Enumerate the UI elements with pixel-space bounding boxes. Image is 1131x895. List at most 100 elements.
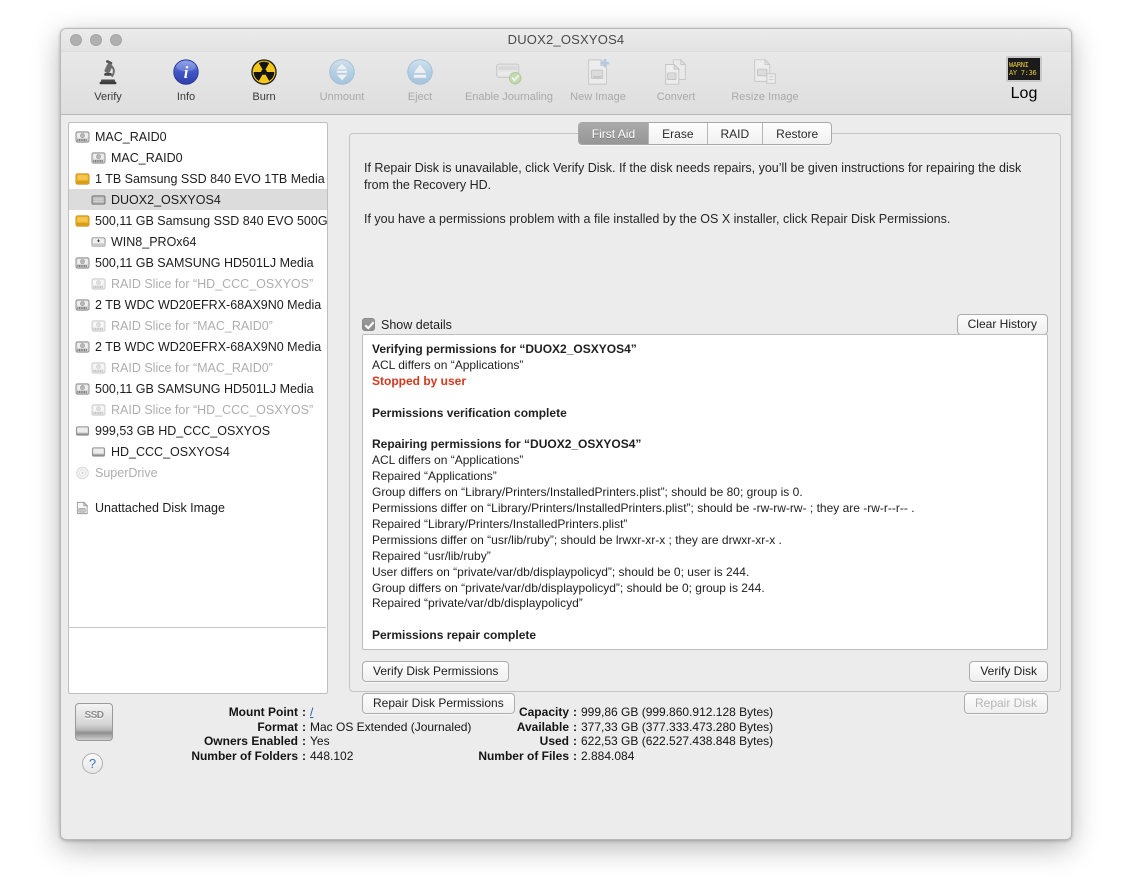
verify-disk-permissions-button[interactable]: Verify Disk Permissions bbox=[362, 661, 510, 682]
log-line-8: Repaired “Applications” bbox=[372, 469, 497, 484]
help-paragraph-2: If you have a permissions problem with a… bbox=[364, 212, 951, 226]
hard-disk-icon bbox=[91, 151, 106, 165]
window-titlebar[interactable]: DUOX2_OSXYOS4 bbox=[61, 29, 1071, 52]
resize-image-icon bbox=[749, 56, 781, 88]
log-output-area[interactable]: Verifying permissions for “DUOX2_OSXYOS4… bbox=[362, 334, 1048, 650]
optical-drive-icon bbox=[75, 466, 90, 480]
log-line-16: Repaired “private/var/db/displaypolicyd” bbox=[372, 596, 583, 611]
help-button[interactable]: ? bbox=[82, 753, 103, 774]
info-value: 377,33 GB (377.333.473.280 Bytes) bbox=[581, 719, 774, 734]
toolbar-button-info[interactable]: i Info bbox=[147, 52, 225, 103]
tab-raid[interactable]: RAID bbox=[707, 123, 764, 144]
checkbox-box[interactable] bbox=[362, 318, 375, 331]
tab-restore[interactable]: Restore bbox=[763, 123, 832, 144]
device-label: RAID Slice for “HD_CCC_OSXYOS” bbox=[111, 402, 314, 417]
device-label: SuperDrive bbox=[95, 465, 158, 480]
info-icon: i bbox=[170, 56, 202, 88]
clear-history-button[interactable]: Clear History bbox=[956, 314, 1048, 335]
device-row-6[interactable]: 500,11 GB SAMSUNG HD501LJ Media bbox=[69, 252, 327, 273]
toolbar-button-enable-journaling: Enable Journaling bbox=[459, 52, 559, 103]
tab-bar: First Aid Erase RAID Restore bbox=[349, 122, 1061, 145]
toolbar-button-verify[interactable]: Verify bbox=[69, 52, 147, 103]
ssd-disk-icon bbox=[75, 172, 90, 186]
info-label: Available bbox=[516, 719, 569, 734]
device-label: DUOX2_OSXYOS4 bbox=[111, 192, 221, 207]
device-row-8[interactable]: 2 TB WDC WD20EFRX-68AX9N0 Media bbox=[69, 294, 327, 315]
info-column-right: Capacity:999,86 GB (999.860.912.128 Byte… bbox=[436, 705, 796, 764]
info-value: 622,53 GB (622.527.438.848 Bytes) bbox=[581, 734, 774, 749]
disk-info-footer: SSD ? Mount Point: / Format: Mac OS Extende… bbox=[61, 701, 1071, 839]
device-row-7[interactable]: RAID Slice for “HD_CCC_OSXYOS” bbox=[69, 273, 327, 294]
log-icon: WARNI AY 7:36 bbox=[1006, 56, 1042, 82]
device-row-12[interactable]: 500,11 GB SAMSUNG HD501LJ Media bbox=[69, 378, 327, 399]
toolbar-label-enable-journaling: Enable Journaling bbox=[464, 91, 554, 103]
log-line-15: Group differs on “private/var/db/display… bbox=[372, 580, 765, 595]
show-details-label: Show details bbox=[381, 317, 452, 332]
device-row-5[interactable]: WIN8_PROx64 bbox=[69, 231, 327, 252]
mount-point-link[interactable]: / bbox=[310, 705, 313, 720]
windows-volume-icon bbox=[91, 235, 106, 249]
unmount-icon bbox=[326, 56, 358, 88]
tab-erase[interactable]: Erase bbox=[649, 123, 708, 144]
disk-image-icon bbox=[75, 500, 90, 515]
tab-panel: If Repair Disk is unavailable, click Ver… bbox=[349, 133, 1061, 714]
info-label: Mount Point bbox=[228, 705, 298, 719]
device-label: 500,11 GB Samsung SSD 840 EVO 500G bbox=[95, 213, 327, 228]
log-line-10: Permissions differ on “Library/Printers/… bbox=[372, 501, 915, 516]
info-row-right-3: Number of Files:2.884.084 bbox=[436, 748, 796, 764]
toolbar-button-unmount: Unmount bbox=[303, 52, 381, 103]
device-row-16[interactable]: SuperDrive bbox=[69, 462, 327, 483]
verify-disk-button[interactable]: Verify Disk bbox=[969, 661, 1048, 682]
toolbar-button-eject: Eject bbox=[381, 52, 459, 103]
info-row-right-0: Capacity:999,86 GB (999.860.912.128 Byte… bbox=[436, 705, 796, 720]
toolbar-label-log: Log bbox=[1010, 85, 1038, 102]
device-row-9[interactable]: RAID Slice for “MAC_RAID0” bbox=[69, 315, 327, 336]
toolbar-button-burn[interactable]: Burn bbox=[225, 52, 303, 103]
device-row-2[interactable]: 1 TB Samsung SSD 840 EVO 1TB Media bbox=[69, 168, 327, 189]
log-line-14: User differs on “private/var/db/displayp… bbox=[372, 564, 750, 579]
device-row-4[interactable]: 500,11 GB Samsung SSD 840 EVO 500G bbox=[69, 210, 327, 231]
log-line-2: Stopped by user bbox=[372, 373, 467, 388]
device-row-14[interactable]: 999,53 GB HD_CCC_OSXYOS bbox=[69, 420, 327, 441]
info-value: 999,86 GB (999.860.912.128 Bytes) bbox=[581, 705, 774, 719]
device-row-13[interactable]: RAID Slice for “HD_CCC_OSXYOS” bbox=[69, 399, 327, 420]
burn-icon bbox=[248, 56, 280, 88]
window-title: DUOX2_OSXYOS4 bbox=[507, 32, 625, 47]
device-row-10[interactable]: 2 TB WDC WD20EFRX-68AX9N0 Media bbox=[69, 336, 327, 357]
info-separator: : bbox=[573, 705, 577, 719]
info-label: Owners Enabled bbox=[203, 734, 298, 749]
device-sidebar[interactable]: MAC_RAID0 MAC_RAID0 1 TB Samsung SSD 840 E… bbox=[68, 122, 328, 694]
unattached-disk-image-row[interactable]: Unattached Disk Image bbox=[69, 497, 327, 518]
sidebar-divider bbox=[68, 627, 326, 628]
info-row-left-1: Format: Mac OS Extended (Journaled) bbox=[133, 720, 471, 735]
window-body: MAC_RAID0 MAC_RAID0 1 TB Samsung SSD 840 E… bbox=[61, 115, 1071, 839]
external-disk-icon bbox=[91, 445, 106, 459]
toolbar-label-info: Info bbox=[176, 91, 196, 103]
hard-disk-icon bbox=[91, 403, 106, 417]
info-value: 2.884.084 bbox=[581, 748, 635, 763]
toolbar-button-log[interactable]: WARNI AY 7:36 Log bbox=[989, 56, 1059, 103]
device-row-15[interactable]: HD_CCC_OSXYOS4 bbox=[69, 441, 327, 462]
log-line-1: ACL differs on “Applications” bbox=[372, 357, 524, 372]
device-label: 999,53 GB HD_CCC_OSXYOS bbox=[95, 423, 271, 438]
device-row-3[interactable]: DUOX2_OSXYOS4 bbox=[69, 189, 327, 210]
disk-utility-window: DUOX2_OSXYOS4 Verify i Info Burn Unmount… bbox=[60, 28, 1072, 840]
device-row-11[interactable]: RAID Slice for “MAC_RAID0” bbox=[69, 357, 327, 378]
log-line-6: Repairing permissions for “DUOX2_OSXYOS4… bbox=[372, 437, 642, 452]
first-aid-help-text: If Repair Disk is unavailable, click Ver… bbox=[364, 160, 1048, 245]
info-label: Capacity bbox=[518, 705, 569, 719]
tab-first-aid[interactable]: First Aid bbox=[578, 123, 650, 144]
info-row-left-2: Owners Enabled: Yes bbox=[133, 735, 408, 749]
ssd-disk-icon: SSD bbox=[75, 703, 113, 741]
info-label: Used bbox=[539, 734, 569, 749]
toolbar: Verify i Info Burn Unmount Eject Enable … bbox=[61, 52, 1071, 115]
info-label: Number of Files bbox=[478, 748, 569, 763]
log-icon-line2: AY 7:36 bbox=[1009, 69, 1037, 77]
device-label: RAID Slice for “MAC_RAID0” bbox=[111, 360, 273, 375]
show-details-checkbox[interactable]: Show details bbox=[362, 318, 452, 332]
device-row-1[interactable]: MAC_RAID0 bbox=[69, 147, 327, 168]
main-pane: If Repair Disk is unavailable, click Ver… bbox=[349, 122, 1061, 714]
hard-disk-icon bbox=[91, 361, 106, 375]
device-row-0[interactable]: MAC_RAID0 bbox=[69, 126, 327, 147]
info-separator: : bbox=[302, 705, 306, 719]
